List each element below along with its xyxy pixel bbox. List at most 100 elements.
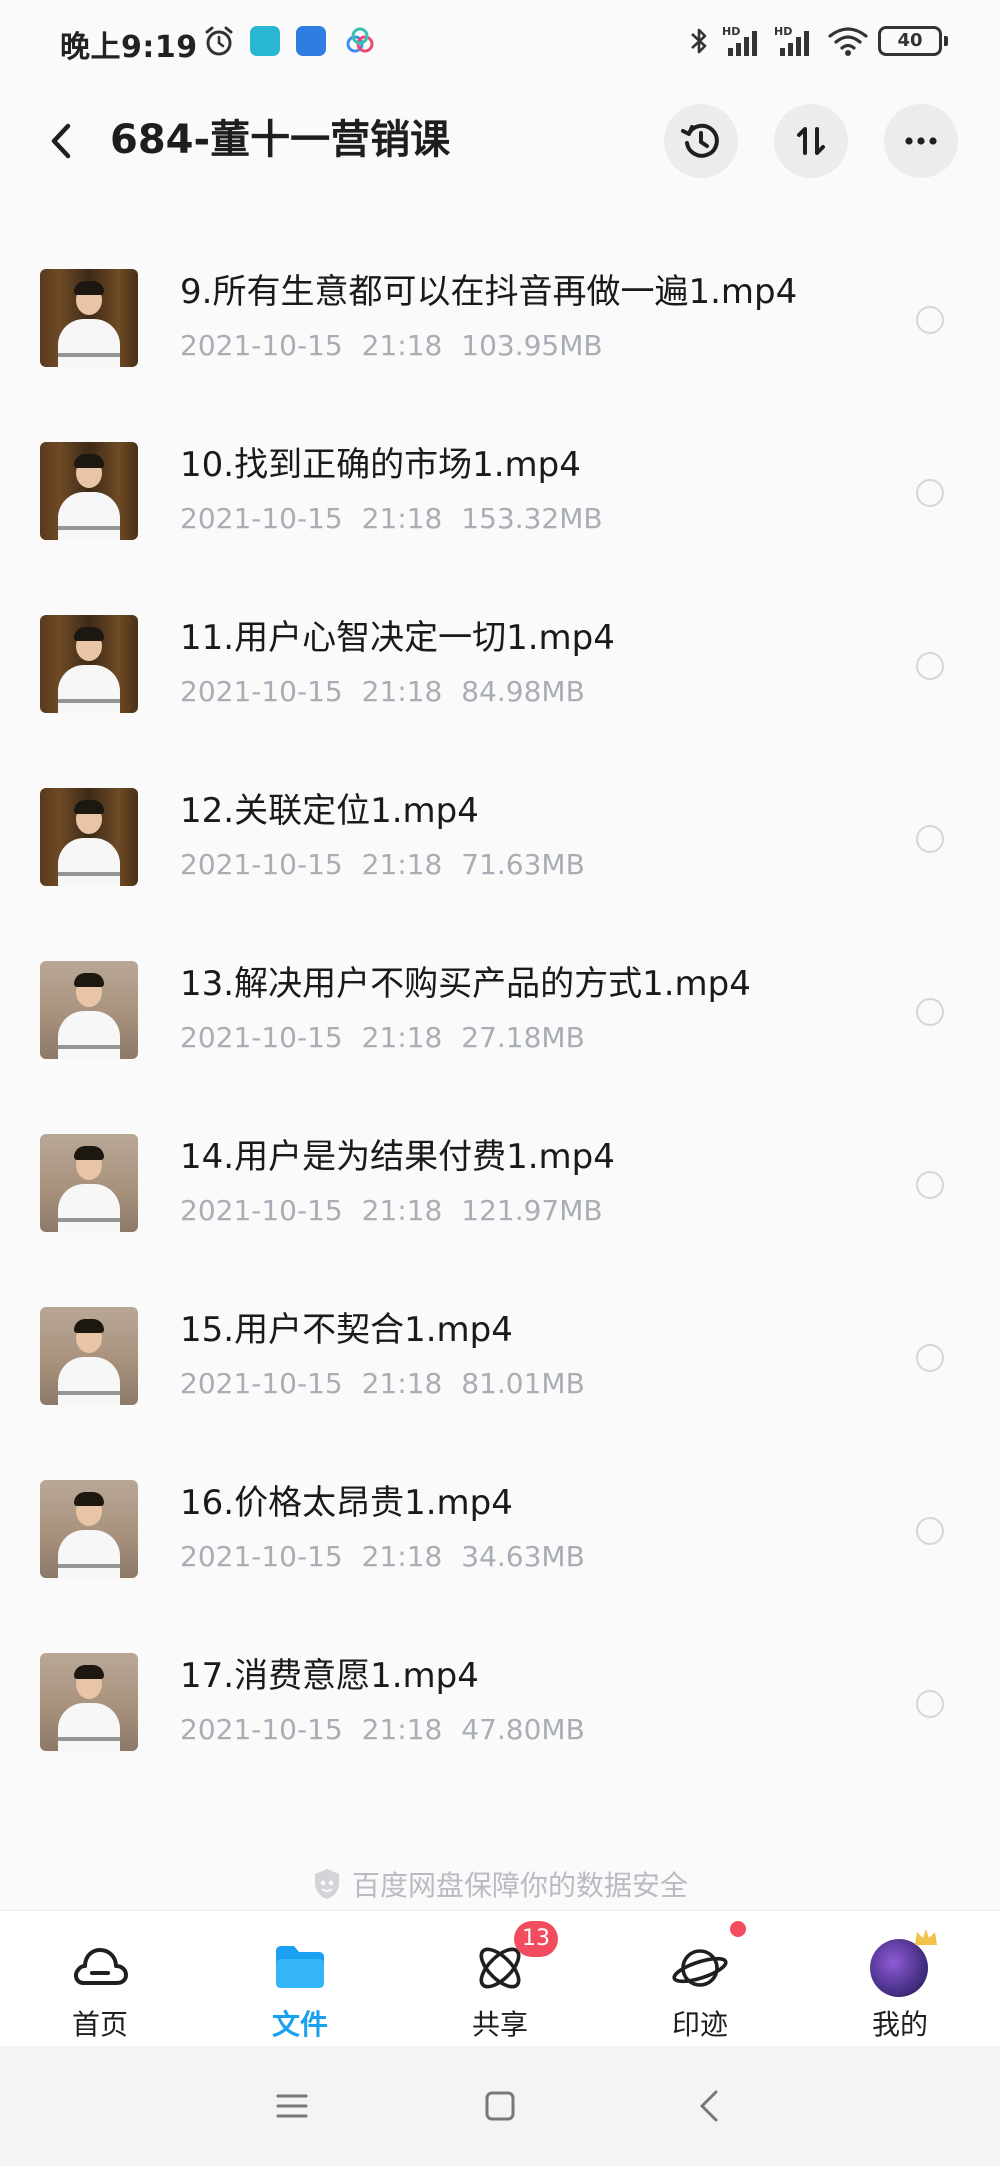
tab-bar: 首页 文件 13 共享 印迹 我的 (0, 1910, 1000, 2046)
tab-home[interactable]: 首页 (20, 1911, 180, 2047)
select-checkbox[interactable] (916, 825, 944, 853)
file-row[interactable]: 9.所有生意都可以在抖音再做一遍1.mp4 2021-10-15 21:18 10… (0, 224, 1000, 397)
crown-icon (915, 1929, 937, 1945)
alarm-icon (205, 26, 233, 56)
file-date: 2021-10-15 (180, 329, 343, 362)
file-time: 21:18 (361, 1021, 443, 1054)
file-row[interactable]: 10.找到正确的市场1.mp4 2021-10-15 21:18 153.32MB (0, 397, 1000, 570)
file-time: 21:18 (361, 329, 443, 362)
history-button[interactable] (664, 104, 738, 178)
file-meta: 2021-10-15 21:18 81.01MB (180, 1366, 585, 1402)
file-time: 21:18 (361, 848, 443, 881)
cloud-icon (74, 1948, 128, 1985)
tab-label: 印迹 (671, 2008, 728, 2041)
file-time: 21:18 (361, 1367, 443, 1400)
system-nav-bar (0, 2046, 1000, 2166)
tab-label: 共享 (471, 2008, 528, 2041)
file-row[interactable]: 13.解决用户不购买产品的方式1.mp4 2021-10-15 21:18 27.… (0, 916, 1000, 1089)
video-thumbnail (40, 615, 138, 713)
file-time: 21:18 (361, 1194, 443, 1227)
svg-text:HD: HD (722, 25, 740, 38)
file-size: 34.63MB (461, 1540, 585, 1573)
safety-note: 百度网盘保障你的数据安全 (0, 1864, 1000, 1904)
more-button[interactable] (884, 104, 958, 178)
file-name: 11.用户心智决定一切1.mp4 (180, 618, 615, 658)
safety-note-text: 百度网盘保障你的数据安全 (351, 1869, 688, 1902)
tab-mine[interactable]: 我的 (820, 1911, 980, 2047)
file-size: 121.97MB (461, 1194, 603, 1227)
file-size: 103.95MB (461, 329, 603, 362)
select-checkbox[interactable] (916, 1171, 944, 1199)
video-thumbnail (40, 1134, 138, 1232)
status-bar: 晚上9:19 HD HD 40 (0, 0, 1000, 84)
app-icon (296, 26, 326, 56)
sort-button[interactable] (774, 104, 848, 178)
file-meta: 2021-10-15 21:18 47.80MB (180, 1712, 585, 1748)
select-checkbox[interactable] (916, 306, 944, 334)
select-checkbox[interactable] (916, 1344, 944, 1372)
wifi-icon (828, 27, 868, 56)
file-name: 10.找到正确的市场1.mp4 (180, 445, 581, 485)
file-date: 2021-10-15 (180, 1021, 343, 1054)
folder-icon (276, 1946, 324, 1988)
page-title: 684-董十一营销课 (110, 117, 451, 163)
file-meta: 2021-10-15 21:18 27.18MB (180, 1020, 585, 1056)
file-size: 71.63MB (461, 848, 585, 881)
file-meta: 2021-10-15 21:18 121.97MB (180, 1193, 603, 1229)
more-icon (905, 137, 937, 145)
tab-label: 文件 (271, 2008, 328, 2041)
sort-icon (797, 127, 825, 155)
notification-dot (730, 1921, 746, 1937)
file-size: 81.01MB (461, 1367, 585, 1400)
file-date: 2021-10-15 (180, 675, 343, 708)
tab-label: 我的 (871, 2008, 928, 2041)
select-checkbox[interactable] (916, 479, 944, 507)
planet-icon (672, 1949, 728, 1987)
file-row[interactable]: 17.消费意愿1.mp4 2021-10-15 21:18 47.80MB (0, 1608, 1000, 1781)
file-date: 2021-10-15 (180, 1540, 343, 1573)
signal-hd-icon: HD (722, 25, 757, 56)
file-date: 2021-10-15 (180, 502, 343, 535)
select-checkbox[interactable] (916, 1690, 944, 1718)
back-button[interactable] (40, 116, 84, 166)
video-thumbnail (40, 442, 138, 540)
video-thumbnail (40, 1653, 138, 1751)
tab-files[interactable]: 文件 (220, 1911, 380, 2047)
file-time: 21:18 (361, 1540, 443, 1573)
header: 684-董十一营销课 (0, 96, 1000, 186)
file-row[interactable]: 16.价格太昂贵1.mp4 2021-10-15 21:18 34.63MB (0, 1435, 1000, 1608)
file-name: 13.解决用户不购买产品的方式1.mp4 (180, 964, 751, 1004)
file-time: 21:18 (361, 1713, 443, 1746)
file-date: 2021-10-15 (180, 848, 343, 881)
file-date: 2021-10-15 (180, 1713, 343, 1746)
file-row[interactable]: 11.用户心智决定一切1.mp4 2021-10-15 21:18 84.98MB (0, 570, 1000, 743)
file-size: 47.80MB (461, 1713, 585, 1746)
file-date: 2021-10-15 (180, 1367, 343, 1400)
select-checkbox[interactable] (916, 652, 944, 680)
file-meta: 2021-10-15 21:18 34.63MB (180, 1539, 585, 1575)
tab-share[interactable]: 13 共享 (420, 1911, 580, 2047)
file-size: 27.18MB (461, 1021, 585, 1054)
video-thumbnail (40, 269, 138, 367)
file-meta: 2021-10-15 21:18 71.63MB (180, 847, 585, 883)
video-thumbnail (40, 788, 138, 886)
share-badge: 13 (514, 1921, 558, 1957)
tab-trace[interactable]: 印迹 (620, 1911, 780, 2047)
battery-icon: 40 (878, 26, 948, 56)
video-thumbnail (40, 1307, 138, 1405)
bluetooth-icon (691, 28, 707, 54)
back-triangle-icon[interactable] (682, 2078, 738, 2134)
file-time: 21:18 (361, 502, 443, 535)
home-square-icon[interactable] (472, 2078, 528, 2134)
menu-icon[interactable] (264, 2078, 320, 2134)
file-row[interactable]: 12.关联定位1.mp4 2021-10-15 21:18 71.63MB (0, 743, 1000, 916)
history-icon (681, 123, 719, 158)
file-row[interactable]: 14.用户是为结果付费1.mp4 2021-10-15 21:18 121.97M… (0, 1089, 1000, 1262)
file-row[interactable]: 15.用户不契合1.mp4 2021-10-15 21:18 81.01MB (0, 1262, 1000, 1435)
file-name: 12.关联定位1.mp4 (180, 791, 479, 831)
file-name: 14.用户是为结果付费1.mp4 (180, 1137, 615, 1177)
select-checkbox[interactable] (916, 1517, 944, 1545)
svg-text:HD: HD (774, 25, 792, 38)
shield-icon (314, 1869, 339, 1899)
select-checkbox[interactable] (916, 998, 944, 1026)
